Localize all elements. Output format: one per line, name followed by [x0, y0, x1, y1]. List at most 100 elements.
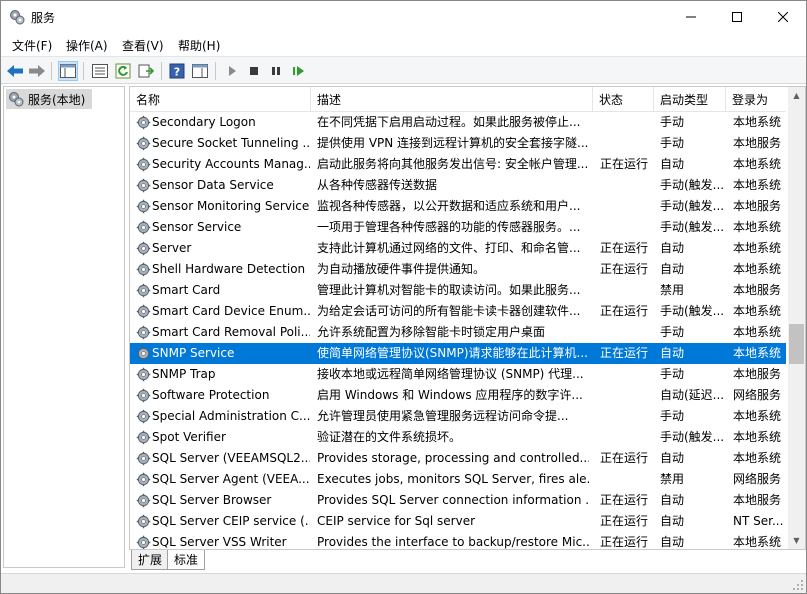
service-name: Security Accounts Manag... — [152, 157, 310, 171]
toolbar-separator — [51, 62, 52, 80]
service-log-on-as: 本地系统 — [733, 535, 782, 549]
services-list: 名称 描述 状态 启动类型 登录为 Secondary Logon 在不同凭据下启… — [129, 86, 806, 550]
service-description: 接收本地或远程简单网络管理协议 (SNMP) 代理... — [317, 367, 584, 381]
maximize-button[interactable] — [714, 1, 760, 33]
gear-icon — [136, 325, 151, 340]
table-row[interactable]: SQL Server Browser Provides SQL Server co… — [130, 490, 786, 511]
service-status — [600, 427, 656, 448]
refresh-icon — [115, 63, 131, 79]
service-log-on-as: 本地系统 — [733, 262, 782, 276]
table-row[interactable]: Secondary Logon 在不同凭据下启用启动过程。如果此服务被停止... 手… — [130, 112, 786, 133]
scroll-up-arrow-icon[interactable]: ▲ — [788, 87, 805, 104]
table-row[interactable]: SNMP Trap 接收本地或远程简单网络管理协议 (SNMP) 代理... 手动 本… — [130, 364, 786, 385]
start-service-button[interactable] — [222, 61, 242, 81]
show-hide-action-pane-button[interactable] — [190, 61, 210, 81]
service-status: 正在运行 — [600, 241, 649, 255]
service-startup-type: 手动 — [660, 325, 685, 339]
service-startup-type: 手动(触发... — [660, 199, 725, 213]
gear-icon — [136, 178, 151, 193]
stop-service-button[interactable] — [244, 61, 264, 81]
column-header-name[interactable]: 名称 — [130, 87, 311, 111]
table-row[interactable]: SNMP Service 使简单网络管理协议(SNMP)请求能够在此计算机... 正… — [130, 343, 786, 364]
toolbar: ? — [1, 56, 806, 84]
properties-list-button[interactable] — [90, 61, 110, 81]
table-row[interactable]: SQL Server VSS Writer Provides the interf… — [130, 532, 786, 549]
table-row[interactable]: Sensor Service 一项用于管理各种传感器的功能的传感器服务。... 手动… — [130, 217, 786, 238]
table-row[interactable]: Security Accounts Manag... 启动此服务将向其他服务发出信… — [130, 154, 786, 175]
gear-icon — [136, 241, 151, 256]
export-list-button[interactable] — [136, 61, 156, 81]
help-button[interactable]: ? — [167, 61, 187, 81]
service-description: Provides SQL Server connection informati… — [317, 493, 589, 507]
table-row[interactable]: SQL Server Agent (VEEA... Executes jobs, … — [130, 469, 786, 490]
service-description: Provides storage, processing and control… — [317, 451, 589, 465]
column-header-description[interactable]: 描述 — [311, 87, 593, 111]
service-status — [600, 112, 656, 133]
resize-grip-icon[interactable] — [792, 579, 804, 591]
table-row[interactable]: Smart Card Removal Poli... 允许系统配置为移除智能卡时锁… — [130, 322, 786, 343]
gear-icon — [136, 346, 151, 361]
gear-icon — [136, 472, 151, 487]
menu-action[interactable]: 操作(A) — [66, 37, 108, 54]
view-tabs: 扩展 标准 — [129, 550, 806, 572]
column-header-log-on-as[interactable]: 登录为 — [726, 87, 786, 111]
service-description: 从各种传感器传送数据 — [317, 178, 438, 192]
column-header-status[interactable]: 状态 — [593, 87, 654, 111]
table-row[interactable]: Shell Hardware Detection 为自动播放硬件事件提供通知。 正在… — [130, 259, 786, 280]
service-status: 正在运行 — [600, 304, 649, 318]
vertical-scrollbar[interactable]: ▲ ▼ — [788, 87, 805, 549]
tab-label: 扩展 — [138, 553, 163, 567]
table-row[interactable]: Server 支持此计算机通过网络的文件、打印、和命名管... 正在运行 自动 本地系统 — [130, 238, 786, 259]
table-row[interactable]: Smart Card Device Enum... 为给定会话可访问的所有智能卡读… — [130, 301, 786, 322]
service-log-on-as: NT Ser... — [733, 514, 784, 528]
minimize-button[interactable] — [668, 1, 714, 33]
service-name: Smart Card Device Enum... — [152, 304, 310, 318]
gear-icon — [136, 409, 151, 424]
service-name: Server — [152, 241, 192, 255]
service-description: 管理此计算机对智能卡的取读访问。如果此服务... — [317, 283, 581, 297]
menu-help[interactable]: 帮助(H) — [178, 37, 220, 54]
refresh-button[interactable] — [113, 61, 133, 81]
gear-icon — [136, 115, 151, 130]
service-name: SQL Server Browser — [152, 493, 272, 507]
table-row[interactable]: Sensor Monitoring Service 监视各种传感器，以公开数据和适… — [130, 196, 786, 217]
column-header-label: 状态 — [599, 92, 624, 107]
table-row[interactable]: SQL Server (VEEAMSQL2... Provides storage… — [130, 448, 786, 469]
column-header-label: 描述 — [317, 92, 342, 107]
back-button[interactable] — [5, 61, 25, 81]
console-tree: 服务(本地) — [3, 86, 125, 568]
tab-extended[interactable]: 扩展 — [131, 550, 170, 570]
show-hide-console-tree-button[interactable] — [58, 61, 78, 81]
pause-service-button[interactable] — [266, 61, 286, 81]
table-row[interactable]: Special Administration C... 允许管理员使用紧急管理服务… — [130, 406, 786, 427]
table-row[interactable]: Smart Card 管理此计算机对智能卡的取读访问。如果此服务... 禁用 本地服务 — [130, 280, 786, 301]
window-title: 服务 — [31, 11, 56, 25]
service-startup-type: 自动 — [660, 262, 685, 276]
service-log-on-as: 本地系统 — [733, 325, 782, 339]
menu-file[interactable]: 文件(F) — [12, 37, 52, 54]
column-header-startup-type[interactable]: 启动类型 — [654, 87, 726, 111]
service-log-on-as: 网络服务 — [733, 388, 782, 402]
table-row[interactable]: Secure Socket Tunneling ... 提供使用 VPN 连接到远… — [130, 133, 786, 154]
table-row[interactable]: Spot Verifier 验证潜在的文件系统损坏。 手动(触发... 本地系统 — [130, 427, 786, 448]
gear-icon — [136, 367, 151, 382]
table-row[interactable]: Software Protection 启用 Windows 和 Windows … — [130, 385, 786, 406]
table-row[interactable]: Sensor Data Service 从各种传感器传送数据 手动(触发... 本地系… — [130, 175, 786, 196]
scrollbar-thumb[interactable] — [789, 324, 804, 364]
service-name: SQL Server VSS Writer — [152, 535, 287, 549]
service-description: 提供使用 VPN 连接到远程计算机的安全套接字隧... — [317, 136, 589, 150]
menu-view[interactable]: 查看(V) — [122, 37, 164, 54]
table-row[interactable]: SQL Server CEIP service (... CEIP service… — [130, 511, 786, 532]
scroll-down-arrow-icon[interactable]: ▼ — [788, 532, 805, 549]
close-button[interactable] — [760, 1, 806, 33]
tab-standard[interactable]: 标准 — [167, 550, 206, 570]
service-log-on-as: 本地系统 — [733, 346, 782, 360]
service-name: SQL Server CEIP service (... — [152, 514, 310, 528]
service-startup-type: 手动(触发... — [660, 220, 725, 234]
toolbar-separator — [83, 62, 84, 80]
forward-button[interactable] — [27, 61, 47, 81]
restart-service-button[interactable] — [289, 61, 309, 81]
tree-node-services-local[interactable]: 服务(本地) — [6, 89, 92, 109]
service-status — [600, 406, 656, 427]
service-startup-type: 手动(触发... — [660, 304, 725, 318]
